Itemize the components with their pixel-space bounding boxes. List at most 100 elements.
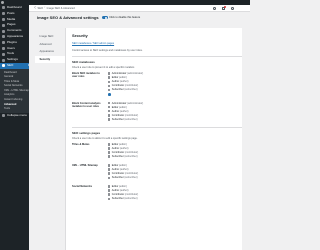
admin-sidebar-menu: Dashboard Posts Media Pages Comments Appearan… [0,5,29,250]
role-option[interactable]: Contributor (contributor) [108,84,143,87]
role-name: Subscriber [111,155,124,159]
role-option[interactable]: Author (author) [108,110,143,113]
menu-item-label: Posts [7,10,15,15]
toggle-knob [104,16,108,20]
role-slug: (author) [119,168,129,172]
tab-advanced[interactable]: Advanced [35,41,65,49]
role-option[interactable]: Editor (editor) [108,76,143,79]
role-name: Author [111,109,120,113]
role-option[interactable]: Contributor (contributor) [108,193,138,196]
help-icon[interactable] [213,7,216,10]
menu-item-label: Plugins [7,39,17,44]
role-option[interactable]: Administrator (administrator) [108,72,143,75]
menu-item-label: Pages [7,22,16,27]
settings-pages-rows: Titles & Metas Editor (editor) Author (autho… [72,140,242,203]
checkbox[interactable] [108,193,111,196]
role-option[interactable]: Subscriber (subscriber) [108,118,143,121]
role-option[interactable]: Contributor (contributor) [108,151,138,154]
group-title: SEO metaboxes [72,60,95,65]
role-slug: (contributor) [124,113,139,117]
setting-row: XML - HTML Sitemap Editor (editor) Author (a… [72,161,242,182]
menu-item-label: Settings [7,57,18,62]
chevron-right-icon: / [44,6,46,10]
role-checkbox-list: Editor (editor) Author (author) Contributor(… [108,164,138,179]
section-description: Control access to SEO settings and metab… [72,48,143,52]
feature-toggle[interactable] [101,16,108,20]
role-name: Author [111,189,120,193]
role-option[interactable]: Subscriber (subscriber) [108,155,138,158]
settings-pages-group-header: SEO settings pages Check a user role to … [72,130,242,140]
checkbox[interactable] [108,88,111,92]
checkbox[interactable] [108,114,111,117]
role-option[interactable]: Contributor (contributor) [108,172,138,175]
checkbox[interactable] [108,168,111,171]
role-slug: (subscriber) [124,117,138,121]
setting-row: Social Networks Editor (editor) Author (auth… [72,182,242,203]
role-option[interactable]: Author (author) [108,147,138,150]
media-icon [1,17,5,21]
checkbox[interactable] [108,118,111,121]
checkbox[interactable] [108,110,111,113]
role-option[interactable]: Author (author) [108,189,138,192]
menu-item-label: Tools [7,51,15,56]
tab-security[interactable]: Security [35,55,65,63]
checkbox[interactable] [108,105,111,109]
checkbox[interactable] [108,101,111,105]
role-checkbox-list: Editor (editor) Author (author) Contributor(… [108,143,138,158]
wrench-icon [1,52,5,56]
section-title: Security [72,33,88,38]
role-option[interactable]: Subscriber (subscriber) [108,197,138,200]
role-name: Contributor [111,113,125,117]
group-title: SEO settings pages [72,130,101,135]
role-name: Subscriber [111,197,124,201]
checkbox[interactable] [108,143,111,146]
checkbox[interactable] [108,189,111,192]
role-option[interactable]: Administrator (administrator) [108,102,143,105]
seo-submenu: Dashboard General Titles & Meta Social Netw… [0,68,29,113]
gear-icon[interactable] [231,7,234,10]
menu-item-label: Dashboard [7,5,22,10]
info-icon[interactable] [108,93,111,96]
wordpress-logo-icon[interactable] [1,1,4,4]
role-slug: (contributor) [124,151,139,155]
role-option[interactable]: Subscriber (subscriber) [108,176,138,179]
role-option[interactable]: Contributor (contributor) [108,114,143,117]
submenu-item-tools[interactable]: Tools [0,107,29,112]
menu-item-seo[interactable]: SEO [0,62,29,69]
role-name: Subscriber [111,88,124,92]
checkbox[interactable] [108,80,111,83]
collapse-menu-button[interactable]: Collapse menu [0,113,29,119]
breadcrumb-seo-link[interactable]: SEO [38,7,43,10]
role-option[interactable]: Editor (editor) [108,185,138,188]
checkbox[interactable] [108,197,111,200]
role-slug: (author) [119,146,129,150]
setting-row: Titles & Metas Editor (editor) Author (autho… [72,140,242,161]
role-option[interactable]: Subscriber (subscriber) [108,88,143,91]
checkbox[interactable] [108,72,111,75]
role-name: Author [111,168,120,172]
checkbox[interactable] [108,147,111,150]
section-anchor-link[interactable]: SEO metaboxes / SEO admin pages [72,42,242,45]
checkbox[interactable] [108,155,111,158]
checkbox[interactable] [108,185,111,188]
role-name: Author [111,146,120,150]
role-option[interactable]: Author (author) [108,80,143,83]
checkbox[interactable] [108,172,111,175]
tab-image-seo[interactable]: Image SEO [35,33,65,41]
role-slug: (editor) [118,163,127,167]
role-option[interactable]: Editor (editor) [108,164,138,167]
checkbox[interactable] [108,176,111,179]
checkbox[interactable] [108,76,111,79]
checkbox[interactable] [108,164,111,167]
tab-appearance[interactable]: Appearance [35,48,65,56]
settings-card: Image SEO Advanced Appearance Security Secu… [35,28,242,250]
role-option[interactable]: Editor (editor) [108,106,143,109]
metabox-rows: Block SEO metabox to user roles Administr… [72,69,242,124]
settings-panel: Security SEO metaboxes / SEO admin pages… [66,28,242,250]
role-option[interactable]: Editor (editor) [108,143,138,146]
role-option[interactable]: Author (author) [108,168,138,171]
checkbox[interactable] [108,84,111,87]
divider [72,56,242,58]
setting-label: Block Content analysis metabox to user r… [72,101,101,109]
checkbox[interactable] [108,151,111,154]
